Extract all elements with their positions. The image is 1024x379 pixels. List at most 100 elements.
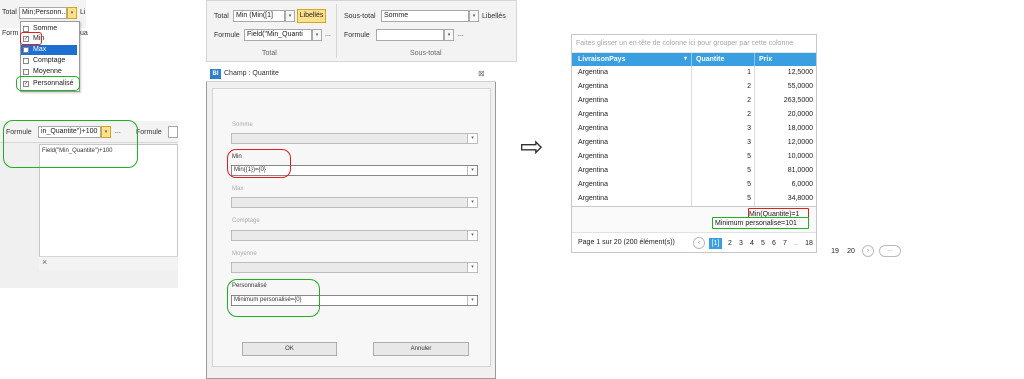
grid-header: LivraisonPays ▾ Quantite Prix	[572, 53, 816, 66]
pager-page-3[interactable]: 3	[737, 238, 745, 249]
pager-ellipsis: ...	[793, 240, 799, 247]
column-header-livraisonpays[interactable]: LivraisonPays ▾	[572, 53, 692, 66]
cell-prix: 12,5000	[787, 69, 813, 76]
field-min-chevron-down-icon[interactable]: ▾	[467, 166, 477, 175]
menu-item-max[interactable]: Max	[21, 45, 77, 55]
menu-item-somme-label: Somme	[33, 25, 58, 32]
table-row[interactable]: Argentina 5 6,0000	[572, 178, 816, 192]
ribbon-group-total-label: Total	[262, 50, 277, 57]
panel2-editor-footer	[39, 256, 178, 270]
ribbon-formule-dropdown-button[interactable]: ▾	[312, 29, 322, 41]
field-label-max: Max	[232, 186, 244, 192]
pager-current-page[interactable]: [1]	[709, 238, 722, 249]
grid-total-summary: Min(Quantite)=1 Minimum personalise=101	[572, 206, 816, 232]
data-grid: Faites glisser un en-tête de colonne ici…	[571, 34, 817, 253]
dialog-close-icon[interactable]: ⊠	[478, 69, 485, 78]
cell-quantite: 5	[692, 164, 755, 178]
field-max-chevron-down-icon[interactable]: ▾	[467, 198, 477, 207]
field-somme-chevron-down-icon[interactable]: ▾	[467, 134, 477, 143]
ribbon-libelles-button[interactable]: Libellés	[297, 9, 326, 23]
cell-prix: 34,8000	[787, 195, 813, 202]
table-row[interactable]: Argentina 2 55,0000	[572, 80, 816, 94]
cell-quantite: 2	[692, 80, 755, 94]
cell-pays: Argentina	[572, 66, 692, 80]
table-row[interactable]: Argentina 3 12,0000	[572, 136, 816, 150]
menu-item-moyenne-checkbox[interactable]	[23, 69, 29, 75]
cell-pays: Argentina	[572, 94, 692, 108]
field-label-moyenne: Moyenne	[232, 251, 257, 257]
ribbon-total-select[interactable]: Min (Min([1]	[233, 10, 285, 22]
ribbon-formule-input[interactable]: Field("Min_Quanti	[244, 29, 312, 41]
ribbon-total-dropdown-button[interactable]: ▾	[285, 10, 295, 22]
column-header-quantite[interactable]: Quantite	[692, 53, 755, 66]
table-row[interactable]: Argentina 3 18,0000	[572, 122, 816, 136]
arrow-right-icon: ⇨	[520, 130, 544, 163]
pager-page-4[interactable]: 4	[748, 238, 756, 249]
table-row[interactable]: Argentina 1 12,5000	[572, 66, 816, 80]
dialog-title: Champ : Quantite	[224, 70, 279, 77]
highlight-summary-custom	[712, 217, 809, 229]
grid-body: Argentina 1 12,5000 Argentina 2 55,0000 Arge…	[572, 66, 816, 206]
field-moyenne-chevron-down-icon[interactable]: ▾	[467, 263, 477, 272]
close-icon[interactable]: ×	[42, 257, 47, 267]
pager-page-20[interactable]: 20	[845, 246, 857, 257]
cell-quantite: 5	[692, 192, 755, 206]
cell-quantite: 2	[692, 108, 755, 122]
pager-page-6[interactable]: 6	[770, 238, 778, 249]
cell-quantite: 2	[692, 94, 755, 108]
field-somme-select[interactable]: ▾	[231, 133, 478, 144]
field-moyenne-select[interactable]: ▾	[231, 262, 478, 273]
ribbon-soustotal-label: Sous-total	[344, 13, 376, 20]
ribbon-formule2-input[interactable]	[376, 29, 444, 41]
bi-logo-text: BI	[212, 71, 219, 77]
dialog-cancel-button[interactable]: Annuler	[373, 342, 469, 356]
cell-prix: 263,5000	[783, 97, 813, 104]
dialog-content-panel	[212, 88, 491, 367]
pager-page-19[interactable]: 19	[829, 246, 841, 257]
menu-item-max-checkbox[interactable]	[23, 47, 29, 53]
field-max-select[interactable]: ▾	[231, 197, 478, 208]
cell-prix: 12,0000	[787, 139, 813, 146]
pager-page-2[interactable]: 2	[726, 238, 734, 249]
ribbon-soustotal-dropdown-button[interactable]: ▾	[469, 10, 479, 22]
pager-page-7[interactable]: 7	[781, 238, 789, 249]
pager-page-18[interactable]: 18	[803, 238, 815, 249]
field-personnalise-chevron-down-icon[interactable]: ▾	[467, 296, 477, 305]
panel1-total-label: Total	[2, 9, 17, 16]
group-panel[interactable]: Faites glisser un en-tête de colonne ici…	[572, 35, 816, 53]
cell-pays: Argentina	[572, 192, 692, 206]
panel1-total-dropdown-button[interactable]: ▾	[67, 7, 77, 19]
cell-pays: Argentina	[572, 80, 692, 94]
ribbon-ellipsis-button[interactable]: ...	[325, 31, 331, 38]
table-row[interactable]: Argentina 2 20,0000	[572, 108, 816, 122]
ribbon-formule2-dropdown-button[interactable]: ▾	[444, 29, 454, 41]
cell-quantite: 3	[692, 122, 755, 136]
cell-quantite: 5	[692, 178, 755, 192]
highlight-min-option	[20, 32, 42, 45]
ribbon-soustotal-select[interactable]: Somme	[381, 10, 469, 22]
ribbon-formule2-ellipsis-button[interactable]: ...	[458, 31, 464, 38]
field-comptage-chevron-down-icon[interactable]: ▾	[467, 231, 477, 240]
pager-more-button[interactable]: ···	[879, 245, 901, 257]
dialog-ok-button[interactable]: OK	[242, 342, 337, 356]
menu-item-comptage-checkbox[interactable]	[23, 58, 29, 64]
pager-page-5[interactable]: 5	[759, 238, 767, 249]
field-comptage-select[interactable]: ▾	[231, 230, 478, 241]
table-row[interactable]: Argentina 5 81,0000	[572, 164, 816, 178]
panel2-formule-input-2[interactable]	[168, 126, 178, 138]
pager-next-button[interactable]: ›	[862, 245, 874, 257]
cell-prix: 10,0000	[787, 153, 813, 160]
menu-item-max-label: Max	[33, 46, 47, 53]
cell-pays: Argentina	[572, 122, 692, 136]
column-header-prix[interactable]: Prix	[755, 53, 816, 66]
table-row[interactable]: Argentina 2 263,5000	[572, 94, 816, 108]
cell-prix: 20,0000	[787, 111, 813, 118]
cell-quantite: 3	[692, 136, 755, 150]
menu-item-comptage[interactable]: Comptage	[21, 56, 77, 66]
table-row[interactable]: Argentina 5 34,8000	[572, 192, 816, 206]
panel1-total-select[interactable]: Min;Personn...	[19, 7, 67, 19]
pager-prev-button[interactable]: ‹	[693, 237, 705, 249]
table-row[interactable]: Argentina 5 10,0000	[572, 150, 816, 164]
cell-pays: Argentina	[572, 108, 692, 122]
cell-prix: 18,0000	[787, 125, 813, 132]
